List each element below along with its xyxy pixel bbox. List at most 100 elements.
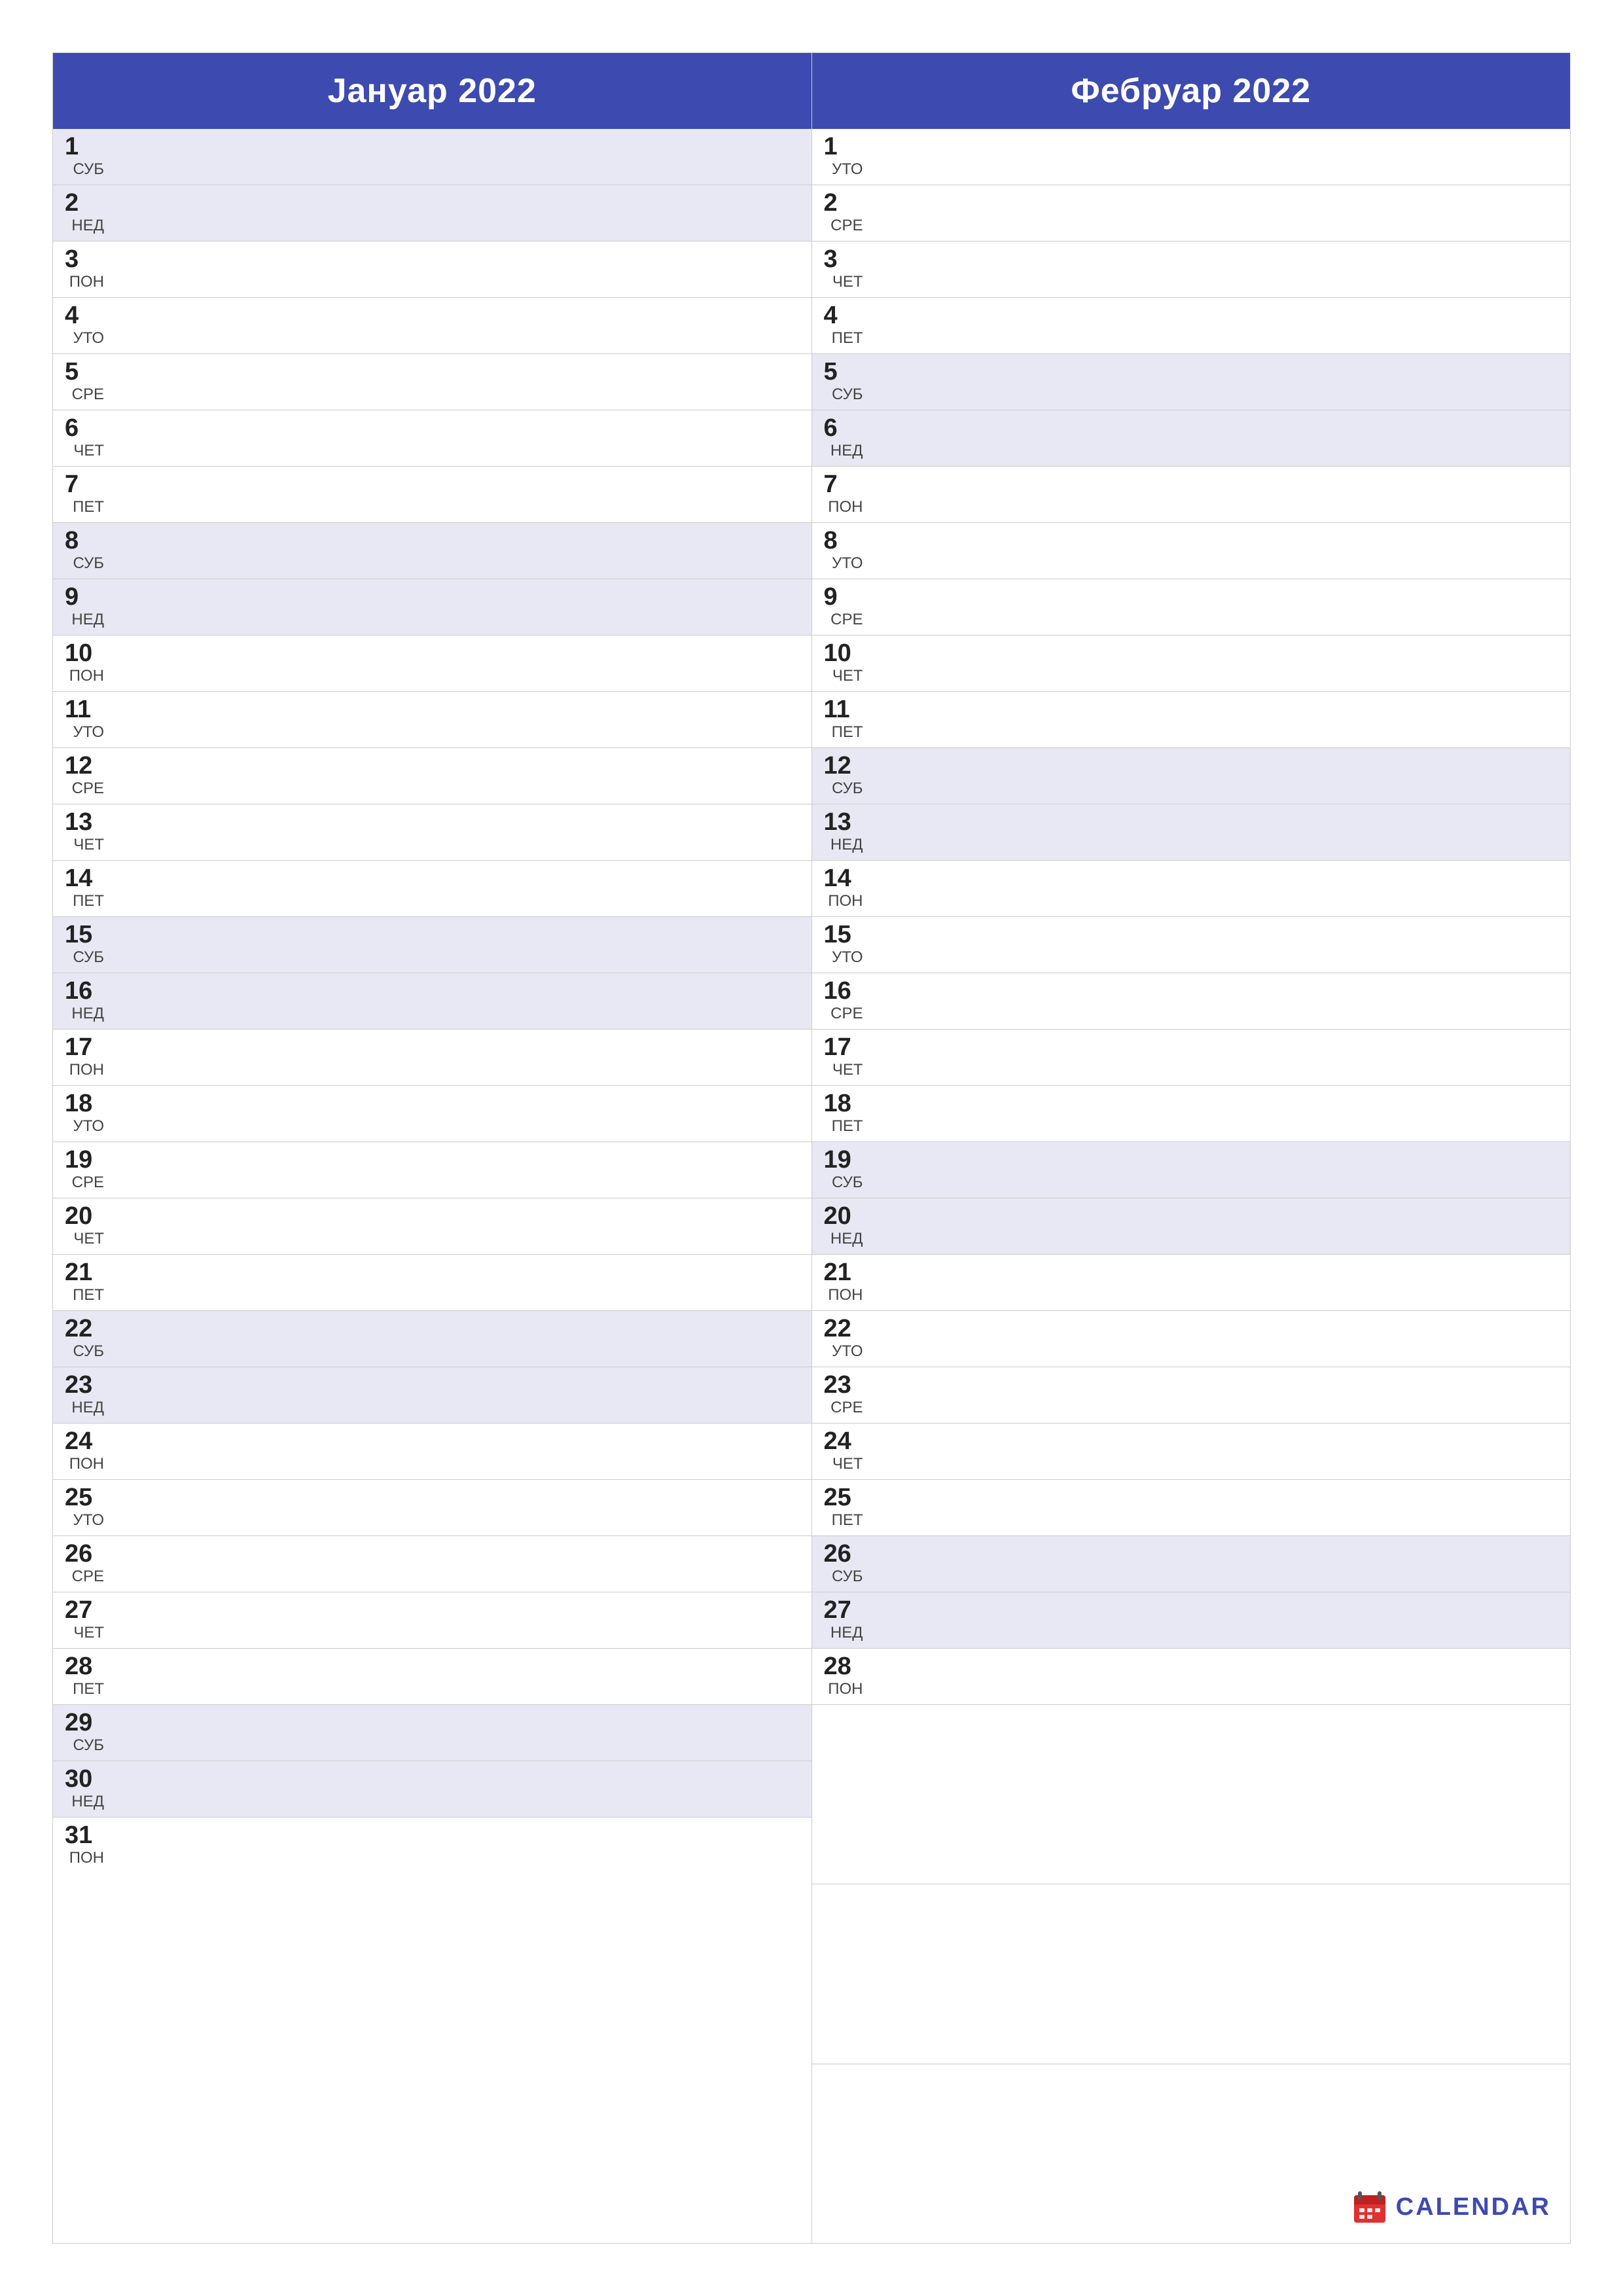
day-name: ЧЕТ xyxy=(73,1230,104,1248)
day-name: СРЕ xyxy=(830,611,863,629)
day-row: 18УТО xyxy=(53,1086,812,1142)
day-cell: 31ПОН xyxy=(65,1823,104,1867)
day-row: 13ЧЕТ xyxy=(53,804,812,861)
day-number: 2 xyxy=(824,190,863,215)
day-name: ЧЕТ xyxy=(832,1455,863,1473)
day-cell: 5СУБ xyxy=(824,359,863,404)
day-row: 23СРЕ xyxy=(812,1367,1571,1424)
day-number: 14 xyxy=(824,866,863,891)
day-row: 28ПЕТ xyxy=(53,1649,812,1705)
day-cell: 29СУБ xyxy=(65,1710,104,1755)
day-number: 10 xyxy=(65,641,104,666)
day-row: 27ЧЕТ xyxy=(53,1592,812,1649)
day-row: 10ПОН xyxy=(53,636,812,692)
day-name: НЕД xyxy=(830,1230,863,1248)
day-row: 1УТО xyxy=(812,129,1571,185)
day-name: СУБ xyxy=(73,160,104,179)
day-name: НЕД xyxy=(830,442,863,460)
day-row: 6НЕД xyxy=(812,410,1571,467)
day-row: 15СУБ xyxy=(53,917,812,973)
day-name: СУБ xyxy=(832,1174,863,1192)
day-name: ПЕТ xyxy=(832,723,863,742)
day-cell: 14ПЕТ xyxy=(65,866,104,910)
day-cell: 26СУБ xyxy=(824,1541,863,1586)
day-cell: 19 СРЕ xyxy=(65,1147,104,1192)
day-cell: 3ПОН xyxy=(65,247,104,291)
day-name: СРЕ xyxy=(830,1399,863,1417)
day-cell: 10ЧЕТ xyxy=(824,641,863,685)
day-number: 4 xyxy=(824,303,863,328)
day-number: 8 xyxy=(824,528,863,553)
day-number: 16 xyxy=(824,978,863,1003)
day-name: НЕД xyxy=(71,611,104,629)
day-number: 15 xyxy=(824,922,863,947)
day-name: НЕД xyxy=(71,1399,104,1417)
day-name: УТО xyxy=(832,160,863,179)
day-number: 14 xyxy=(65,866,104,891)
day-row: 5СУБ xyxy=(812,354,1571,410)
day-number: 22 xyxy=(65,1316,104,1341)
day-name: НЕД xyxy=(830,836,863,854)
day-cell: 11УТО xyxy=(65,697,104,742)
day-cell: 25УТО xyxy=(65,1485,104,1530)
day-row: 12СРЕ xyxy=(53,748,812,804)
day-row: 14ПЕТ xyxy=(53,861,812,917)
day-name: СУБ xyxy=(832,780,863,798)
day-name: ЧЕТ xyxy=(73,442,104,460)
day-row: 2НЕД xyxy=(53,185,812,242)
day-cell: 17ПОН xyxy=(65,1035,104,1079)
day-number: 20 xyxy=(65,1204,104,1229)
day-name: СУБ xyxy=(832,1568,863,1586)
day-name: ПЕТ xyxy=(73,1286,104,1304)
day-name: ПОН xyxy=(828,1680,863,1698)
day-cell: 28ПЕТ xyxy=(65,1654,104,1698)
day-row: 1СУБ xyxy=(53,129,812,185)
day-cell: 17ЧЕТ xyxy=(824,1035,863,1079)
day-name: ПОН xyxy=(69,1849,104,1867)
day-cell: 14ПОН xyxy=(824,866,863,910)
day-cell: 13ЧЕТ xyxy=(65,810,104,854)
day-cell: 20ЧЕТ xyxy=(65,1204,104,1248)
day-row: 20НЕД xyxy=(812,1198,1571,1255)
day-number: 28 xyxy=(824,1654,863,1679)
day-number: 9 xyxy=(65,584,104,609)
day-number: 13 xyxy=(824,810,863,834)
day-row: 7ПОН xyxy=(812,467,1571,523)
day-name: ПЕТ xyxy=(832,1117,863,1136)
day-cell: 21ПОН xyxy=(824,1260,863,1304)
day-name: СРЕ xyxy=(72,780,104,798)
day-number: 19 xyxy=(65,1147,104,1172)
day-name: УТО xyxy=(73,1117,105,1136)
day-number: 31 xyxy=(65,1823,104,1848)
day-cell: 6НЕД xyxy=(824,416,863,460)
day-name: СУБ xyxy=(73,948,104,967)
day-cell: 4УТО xyxy=(65,303,104,348)
day-name: СРЕ xyxy=(72,1568,104,1586)
day-number: 22 xyxy=(824,1316,863,1341)
day-number: 18 xyxy=(824,1091,863,1116)
month-header-february: Фебруар 2022 xyxy=(812,53,1571,129)
logo-text: CALENDAR xyxy=(1396,2193,1551,2221)
day-name: СРЕ xyxy=(830,1005,863,1023)
day-name: СУБ xyxy=(73,1342,104,1361)
day-name: СРЕ xyxy=(72,1174,104,1192)
day-cell: 1СУБ xyxy=(65,134,104,179)
day-number: 17 xyxy=(65,1035,104,1060)
day-cell: 18ПЕТ xyxy=(824,1091,863,1136)
day-cell: 15СУБ xyxy=(65,922,104,967)
day-number: 11 xyxy=(824,697,863,722)
day-number: 2 xyxy=(65,190,104,215)
day-cell: 3ЧЕТ xyxy=(824,247,863,291)
day-name: ПОН xyxy=(69,1061,104,1079)
day-row: 30НЕД xyxy=(53,1761,812,1818)
day-cell: 26СРЕ xyxy=(65,1541,104,1586)
day-row: 9 НЕД xyxy=(53,579,812,636)
day-name: ЧЕТ xyxy=(832,1061,863,1079)
day-row: 25ПЕТ xyxy=(812,1480,1571,1536)
day-number: 5 xyxy=(824,359,863,384)
day-cell: 12СРЕ xyxy=(65,753,104,798)
day-cell: 2СРЕ xyxy=(824,190,863,235)
day-name: ЧЕТ xyxy=(832,273,863,291)
day-number: 19 xyxy=(824,1147,863,1172)
day-cell: 23СРЕ xyxy=(824,1372,863,1417)
